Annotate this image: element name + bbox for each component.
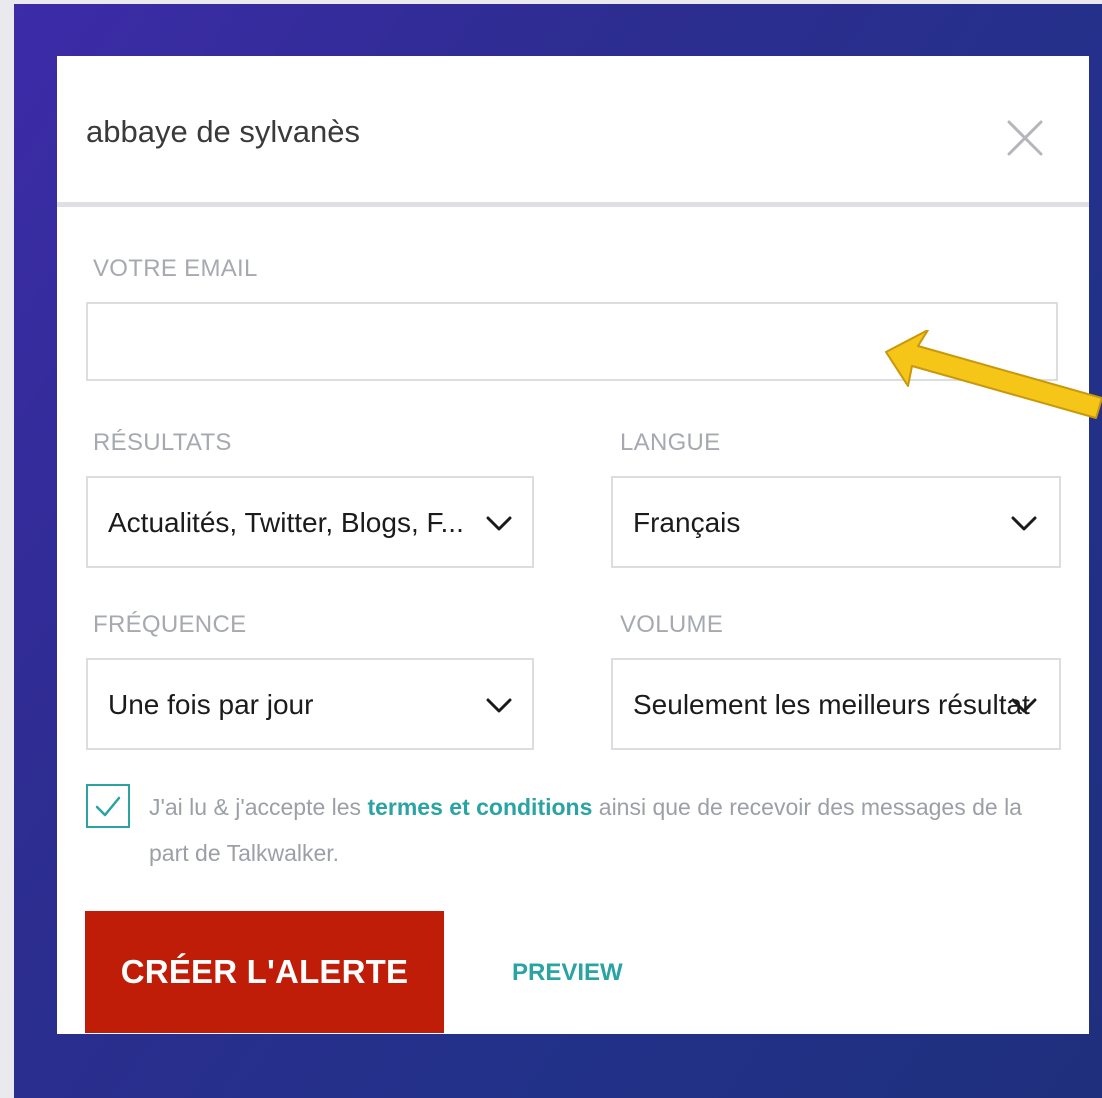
- results-select-value: Actualités, Twitter, Blogs, F...: [108, 507, 464, 538]
- language-select-value: Français: [633, 507, 741, 538]
- terms-checkbox[interactable]: [86, 784, 130, 828]
- terms-text: J'ai lu & j'accepte les termes et condit…: [149, 784, 1049, 876]
- terms-link[interactable]: termes et conditions: [367, 794, 592, 820]
- results-select[interactable]: Actualités, Twitter, Blogs, F...: [86, 476, 534, 568]
- terms-prefix: J'ai lu & j'accepte les: [149, 794, 368, 820]
- close-icon: [1007, 120, 1043, 156]
- results-label: RÉSULTATS: [93, 429, 232, 456]
- modal-title: abbaye de sylvanès: [86, 114, 361, 149]
- volume-label: VOLUME: [620, 611, 724, 638]
- frequency-label: FRÉQUENCE: [93, 611, 247, 638]
- checkmark-icon: [95, 796, 121, 817]
- chevron-down-icon: [1011, 516, 1037, 531]
- email-label: VOTRE EMAIL: [93, 255, 258, 282]
- modal-header: abbaye de sylvanès: [57, 56, 1089, 207]
- chevron-down-icon: [486, 698, 512, 713]
- frequency-select[interactable]: Une fois par jour: [86, 658, 534, 750]
- preview-link[interactable]: PREVIEW: [512, 958, 623, 988]
- create-alert-button[interactable]: CRÉER L'ALERTE: [85, 911, 444, 1033]
- frequency-select-value: Une fois par jour: [108, 689, 314, 720]
- close-button[interactable]: [1001, 114, 1049, 162]
- create-alert-modal: abbaye de sylvanès VOTRE EMAIL RÉSULTATS…: [57, 56, 1089, 1034]
- email-field[interactable]: [86, 302, 1058, 381]
- volume-select[interactable]: Seulement les meilleurs résultat: [611, 658, 1061, 750]
- chevron-down-icon: [1011, 698, 1037, 713]
- language-label: LANGUE: [620, 429, 721, 456]
- chevron-down-icon: [486, 516, 512, 531]
- language-select[interactable]: Français: [611, 476, 1061, 568]
- volume-select-value: Seulement les meilleurs résultat: [633, 689, 1030, 720]
